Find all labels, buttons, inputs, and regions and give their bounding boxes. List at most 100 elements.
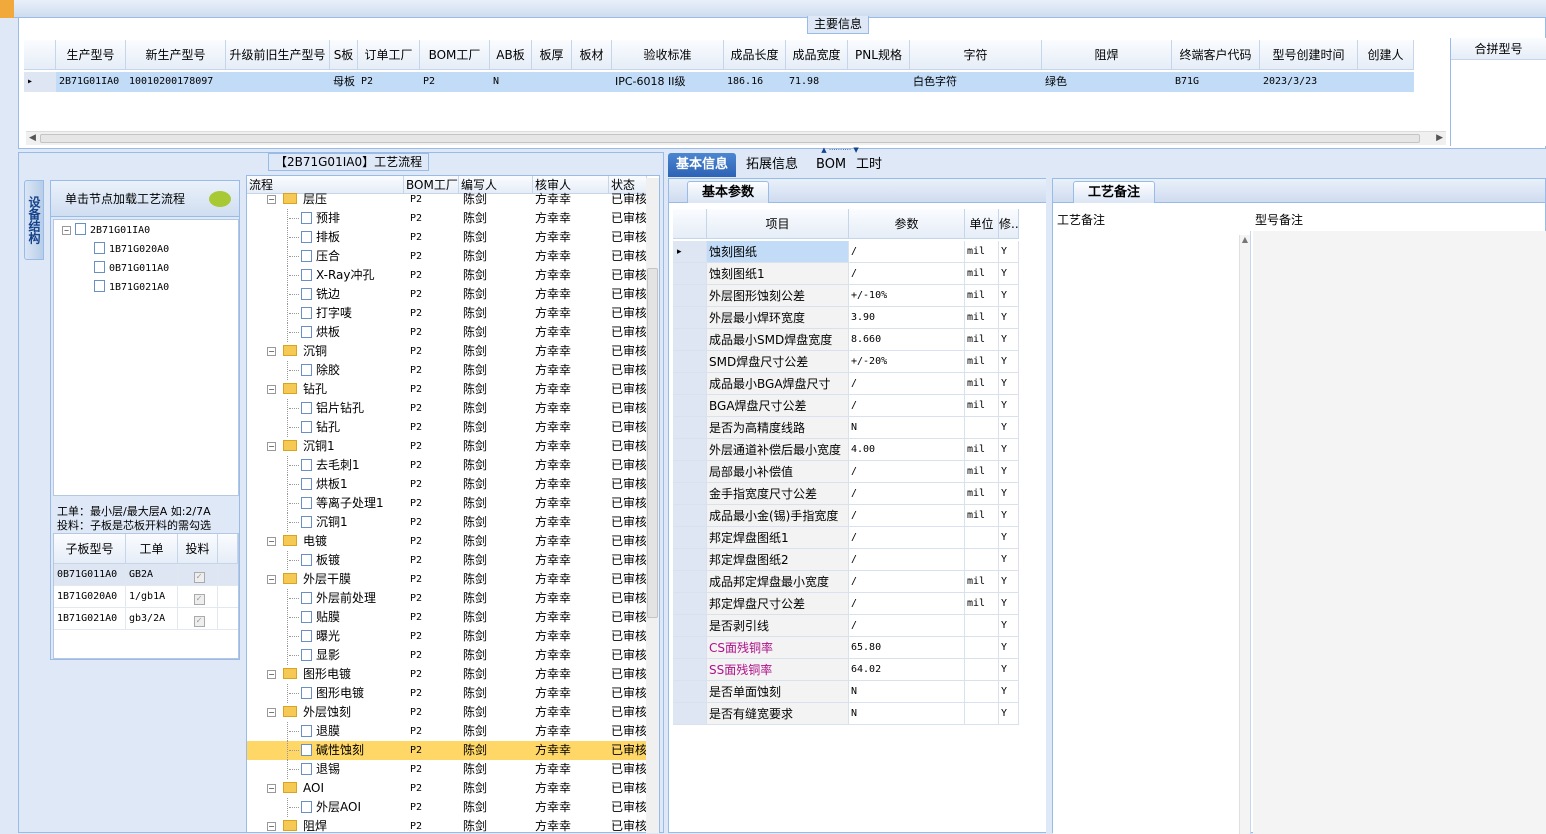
collapse-toggle[interactable]: − [267, 575, 276, 584]
flow-step-cell[interactable]: 图形电镀 [247, 684, 404, 703]
main-col-header[interactable]: 成品宽度 [786, 40, 848, 69]
param-row[interactable]: 金手指宽度尺寸公差 / mil Y [673, 483, 1019, 505]
flow-row[interactable]: − 钻孔 P2 陈剑 方幸幸 已审核 [247, 380, 647, 399]
flow-row[interactable]: 图形电镀 P2 陈剑 方幸幸 已审核 [247, 684, 647, 703]
flow-step-cell[interactable]: − 层压 [247, 190, 404, 209]
flow-row[interactable]: 压合 P2 陈剑 方幸幸 已审核 [247, 247, 647, 266]
flow-step-cell[interactable]: 除胶 [247, 361, 404, 380]
main-col-header[interactable]: 阻焊 [1042, 40, 1172, 69]
flow-step-cell[interactable]: − 外层干膜 [247, 570, 404, 589]
flow-row[interactable]: 烘板 P2 陈剑 方幸幸 已审核 [247, 323, 647, 342]
param-row[interactable]: 是否有缝宽要求 N Y [673, 703, 1019, 725]
vscroll-thumb[interactable] [647, 268, 658, 618]
param-col-header[interactable]: 单位 [965, 209, 999, 238]
param-value[interactable]: N [849, 703, 965, 724]
param-row-selector[interactable] [673, 527, 707, 548]
flow-step-cell[interactable]: 外层AOI [247, 798, 404, 817]
main-cell[interactable]: B71G [1172, 72, 1260, 92]
craft-remark-scrollbar[interactable]: ▲ [1239, 235, 1250, 834]
scroll-right-arrow[interactable]: ▶ [1436, 133, 1443, 143]
sub-col-header[interactable]: 投料 [178, 534, 218, 563]
tree-root-node[interactable]: −2B71G01IA0 [62, 222, 150, 240]
param-value[interactable]: N [849, 417, 965, 438]
invest-checkbox[interactable]: ✓ [193, 594, 205, 605]
flow-row[interactable]: 烘板1 P2 陈剑 方幸幸 已审核 [247, 475, 647, 494]
main-cell[interactable] [848, 72, 910, 92]
param-row-selector[interactable] [673, 351, 707, 372]
param-value[interactable]: N [849, 681, 965, 702]
main-cell[interactable]: 白色字符 [910, 72, 1042, 92]
main-cell[interactable]: P2 [420, 72, 490, 92]
flow-step-cell[interactable]: 打字唛 [247, 304, 404, 323]
main-col-header[interactable]: 验收标准 [612, 40, 724, 69]
param-value[interactable]: / [849, 483, 965, 504]
param-row-selector[interactable] [673, 417, 707, 438]
param-row[interactable]: 是否单面蚀刻 N Y [673, 681, 1019, 703]
flow-step-cell[interactable]: 曝光 [247, 627, 404, 646]
flow-step-cell[interactable]: 排板 [247, 228, 404, 247]
flow-step-cell[interactable]: 铣边 [247, 285, 404, 304]
flow-step-cell[interactable]: − 阻焊 [247, 817, 404, 832]
param-row-selector[interactable] [673, 329, 707, 350]
param-value[interactable]: / [849, 241, 965, 262]
main-col-header[interactable]: 生产型号 [56, 40, 126, 69]
main-cell[interactable] [532, 72, 572, 92]
main-cell[interactable]: 2023/3/23 [1260, 72, 1358, 92]
param-row[interactable]: SS面残铜率 64.02 Y [673, 659, 1019, 681]
main-col-header[interactable]: 升级前旧生产型号 [226, 40, 330, 69]
main-cell[interactable]: 绿色 [1042, 72, 1172, 92]
collapse-toggle[interactable]: − [267, 385, 276, 394]
main-col-header[interactable]: 型号创建时间 [1260, 40, 1358, 69]
param-row[interactable]: 成品最小金(锡)手指宽度 / mil Y [673, 505, 1019, 527]
flow-step-cell[interactable]: 贴膜 [247, 608, 404, 627]
param-value[interactable]: / [849, 461, 965, 482]
flow-row[interactable]: − 外层蚀刻 P2 陈剑 方幸幸 已审核 [247, 703, 647, 722]
collapse-toggle[interactable]: − [267, 822, 276, 831]
param-row-selector[interactable] [673, 549, 707, 570]
flow-step-cell[interactable]: − 图形电镀 [247, 665, 404, 684]
main-col-header[interactable]: 字符 [910, 40, 1042, 69]
collapse-toggle[interactable]: − [267, 708, 276, 717]
flow-row[interactable]: − 电镀 P2 陈剑 方幸幸 已审核 [247, 532, 647, 551]
flow-step-cell[interactable]: − 沉铜1 [247, 437, 404, 456]
tab-1[interactable]: 拓展信息 [738, 153, 806, 177]
flow-row[interactable]: − 阻焊 P2 陈剑 方幸幸 已审核 [247, 817, 647, 832]
main-col-header[interactable]: 板厚 [532, 40, 572, 69]
flow-row[interactable]: − AOI P2 陈剑 方幸幸 已审核 [247, 779, 647, 798]
param-row-selector[interactable] [673, 615, 707, 636]
flow-row[interactable]: − 沉铜 P2 陈剑 方幸幸 已审核 [247, 342, 647, 361]
invest-checkbox-cell[interactable]: ✓ [178, 608, 218, 629]
flow-row[interactable]: − 图形电镀 P2 陈剑 方幸幸 已审核 [247, 665, 647, 684]
sub-grid-row[interactable]: 1B71G021A0 gb3/2A ✓ [54, 608, 238, 630]
main-cell[interactable] [1358, 72, 1414, 92]
flow-step-cell[interactable]: − 沉铜 [247, 342, 404, 361]
flow-row[interactable]: 打字唛 P2 陈剑 方幸幸 已审核 [247, 304, 647, 323]
param-row-selector[interactable] [673, 637, 707, 658]
param-row[interactable]: 成品邦定焊盘最小宽度 / mil Y [673, 571, 1019, 593]
param-row[interactable]: SMD焊盘尺寸公差 +/-20% mil Y [673, 351, 1019, 373]
main-cell[interactable]: 10010200178097 [126, 72, 226, 92]
flow-row[interactable]: 退锡 P2 陈剑 方幸幸 已审核 [247, 760, 647, 779]
param-value[interactable]: / [849, 549, 965, 570]
param-row-selector[interactable] [673, 373, 707, 394]
row-selector[interactable]: ▸ [24, 72, 56, 92]
param-row-selector[interactable] [673, 263, 707, 284]
param-col-header[interactable]: 项目 [707, 209, 849, 238]
main-col-header[interactable]: 终端客户代码 [1172, 40, 1260, 69]
param-row-selector[interactable] [673, 461, 707, 482]
param-row-selector[interactable] [673, 285, 707, 306]
flow-row[interactable]: 外层AOI P2 陈剑 方幸幸 已审核 [247, 798, 647, 817]
flow-row[interactable]: 曝光 P2 陈剑 方幸幸 已审核 [247, 627, 647, 646]
param-value[interactable]: / [849, 263, 965, 284]
invest-checkbox-cell[interactable]: ✓ [178, 564, 218, 585]
speech-bubble-icon[interactable] [209, 191, 231, 207]
param-value[interactable]: 64.02 [849, 659, 965, 680]
main-cell[interactable]: 186.16 [724, 72, 786, 92]
main-cell[interactable]: P2 [358, 72, 420, 92]
param-row-selector[interactable] [673, 593, 707, 614]
flow-step-cell[interactable]: 烘板 [247, 323, 404, 342]
flow-step-cell[interactable]: 等离子处理1 [247, 494, 404, 513]
tab-3[interactable]: 工时 [848, 153, 890, 177]
param-value[interactable]: / [849, 527, 965, 548]
flow-step-cell[interactable]: 碱性蚀刻 [247, 741, 404, 760]
